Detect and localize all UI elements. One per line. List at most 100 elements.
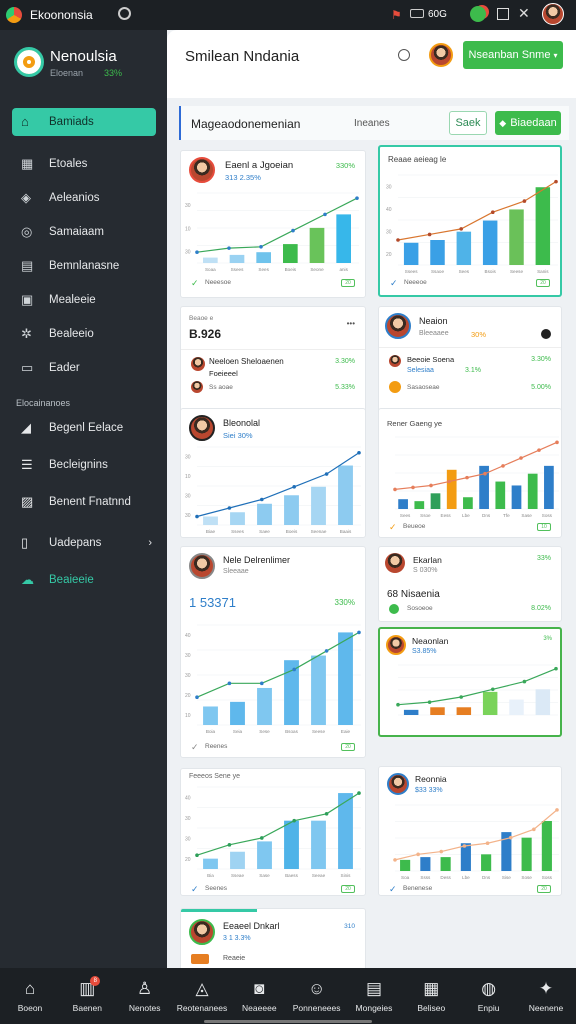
card-accent [181, 909, 257, 912]
close-icon[interactable]: ✕ [518, 5, 530, 22]
trend-point [292, 484, 296, 489]
sidebar-item-3[interactable]: ◎ Samaiaam [12, 218, 156, 246]
chart-c10: 40 30 30 20 Bia Sseae Sase Baess Seeae Sinis [185, 786, 361, 878]
bottom-nav-item-2[interactable]: ♙ Nenotes [119, 968, 171, 1024]
bottom-nav-label: Reotenanees [176, 1002, 228, 1013]
trend-point [393, 487, 397, 492]
globe-icon: ◍ [481, 978, 497, 998]
card-c1[interactable]: Eaenl a Jgoeian 330% 313 2.35% 30 10 30 Soaa Ss… [180, 150, 366, 298]
profile-avatar[interactable] [429, 43, 453, 67]
window-icon[interactable] [497, 8, 509, 20]
notification-icon[interactable] [470, 6, 486, 22]
bottom-nav-label: Neaeeee [242, 1002, 277, 1013]
sidebar-item-5[interactable]: ▣ Mealeeie [12, 286, 156, 314]
card-c5[interactable]: Bleonolal Siei 30% 30 10 30 30 Biae Ssees Saee Bo… [180, 408, 366, 538]
bottom-nav-item-5[interactable]: ☺ Ponneneees [291, 968, 343, 1024]
sidebar-item-0[interactable]: ⌂ Bamiads [12, 108, 156, 136]
sidebar-item2-2[interactable]: ▨ Benent Fnatnnd [12, 488, 156, 516]
bottom-nav-item-3[interactable]: ◬ Reotenanees [176, 968, 228, 1024]
card-tag: 20 [537, 885, 551, 893]
y-tick-label: 30 [185, 836, 191, 842]
card-c9[interactable]: Neaonlan S3.85% 3% ✓ Resieeoe 20 [378, 627, 562, 737]
bottom-nav-item-6[interactable]: ▤ Mongeies [348, 968, 400, 1024]
card-tag: 10 [537, 523, 551, 531]
toolbar-link[interactable]: Ineanes [354, 118, 390, 129]
sidebar-item-7[interactable]: ▭ Eader [12, 354, 156, 382]
record-icon[interactable] [541, 329, 551, 339]
sidebar-item2-1[interactable]: ☰ Becleignins [12, 451, 156, 479]
status-bar: Ekoononsia ⚑ 60G ✕ [0, 0, 576, 30]
card-c12[interactable]: Eeaeel Dnkarl 3 1 3.3% 310 Reaeie [180, 908, 366, 968]
bar [535, 187, 551, 265]
header-action-button[interactable]: Nseanban Snme ▾ [463, 41, 563, 69]
bottom-nav-item-9[interactable]: ✦ Neenene [520, 968, 572, 1024]
search-icon[interactable] [398, 49, 410, 61]
sidebar-item-2[interactable]: ◈ Aeleanios [12, 184, 156, 212]
card-c2[interactable]: Reaae aeieag le 30 40 30 20 Ssees Ssaoe Sees Bso… [378, 145, 562, 297]
megaphone-icon: ◢ [21, 420, 31, 435]
y-tick-label: 40 [386, 207, 392, 213]
sidebar-item2-4[interactable]: ☁ Beaieeie [12, 566, 156, 594]
y-tick-label: 30 [386, 230, 392, 236]
trend-point [227, 681, 232, 686]
bottom-nav-item-8[interactable]: ◍ Enpiu [463, 968, 515, 1024]
x-tick-label: Seeae [312, 873, 326, 878]
card-title: Feeeos Sene ye [189, 773, 240, 780]
card-c7[interactable]: Nele Delrenlimer Sleeaae 1 53371 330% 40 30 30… [180, 546, 366, 758]
bar [203, 257, 218, 263]
card-label: Beaoe e [189, 315, 214, 322]
bottom-nav-item-1[interactable]: ▥ 8 Baenen [61, 968, 113, 1024]
flag-icon[interactable]: ⚑ [391, 8, 402, 22]
bar [311, 820, 326, 869]
bar [541, 821, 552, 871]
trend-point [465, 475, 469, 480]
more-icon[interactable]: ••• [347, 319, 355, 328]
trend-point [485, 841, 490, 846]
chart-c7: 40 30 30 20 10 Boia Seia Sese Bsoas Seese Eaie [185, 624, 361, 734]
cloud-icon: ☁ [21, 572, 34, 587]
trend-line [397, 181, 557, 241]
bar [403, 242, 419, 265]
sidebar-item-6[interactable]: ✲ Bealeeio [12, 320, 156, 348]
search-icon[interactable] [118, 7, 131, 20]
avatar [189, 157, 215, 183]
card-sub: 313 2.35% [225, 173, 261, 182]
sidebar-item-4[interactable]: ▤ Bemnlanasne [12, 252, 156, 280]
x-tick-label: Dns [482, 875, 491, 880]
y-tick-label: 10 [185, 713, 191, 719]
time-text: 60G [428, 9, 447, 20]
bar [338, 465, 353, 525]
bar [414, 501, 425, 509]
y-tick-label: 40 [185, 795, 191, 801]
x-tick-label: Sose [521, 875, 532, 880]
card-c10[interactable]: Feeeos Sene ye 40 30 30 20 Bia Sseae Sase Baess S… [180, 768, 366, 896]
row-foot: Ss aoae [209, 384, 233, 391]
sidebar-item-1[interactable]: ▦ Etoales [12, 150, 156, 178]
bottom-nav-item-4[interactable]: ◙ Neaeeee [233, 968, 285, 1024]
back-button[interactable]: Saek [449, 111, 487, 135]
bottom-nav-item-0[interactable]: ⌂ Boeon [4, 968, 56, 1024]
sidebar-item2-3[interactable]: ▯ Uadepans › [12, 529, 156, 557]
bar [311, 655, 326, 725]
sidebar-item-label: Aeleanios [49, 192, 100, 204]
sidebar-item2-0[interactable]: ◢ Begenl Eelace [12, 414, 156, 442]
card-c6[interactable]: Rener Gaeng ye Sees Ssoe Eess Lbe Dns Tfe Sase S… [378, 408, 562, 538]
card-footer-text: Benenese [403, 885, 433, 892]
x-tick-label: Baess [285, 873, 298, 878]
y-tick-label: 20 [185, 857, 191, 863]
doc-icon: ▤ [365, 978, 382, 998]
user-avatar[interactable] [542, 3, 564, 25]
trend-point [324, 811, 329, 816]
bottom-nav-label: Baenen [72, 1002, 102, 1013]
x-tick-label: Sase [521, 513, 532, 518]
bottom-nav-item-7[interactable]: ▦ Beliseo [405, 968, 457, 1024]
main-content: Smilean Nndania Nseanban Snme ▾ Mageaodo… [167, 30, 576, 968]
card-title: Neaion [419, 316, 448, 326]
chart-c5: 30 10 30 30 Biae Ssees Saee Boeis Seenae Baais [185, 446, 361, 534]
trend-point [501, 464, 505, 468]
card-c11[interactable]: Reonnia $33 33% Soa Ssss Dess Lbe Dns Sise Sose S… [378, 766, 562, 896]
pin-icon: ◎ [21, 224, 33, 239]
card-tag: 20 [536, 279, 550, 287]
primary-button[interactable]: ◆ Biaedaan [495, 111, 561, 135]
card-c8[interactable]: Ekarlan S 030% 33% 68 Nisaenia Sosoeoe 8.02% [378, 546, 562, 622]
